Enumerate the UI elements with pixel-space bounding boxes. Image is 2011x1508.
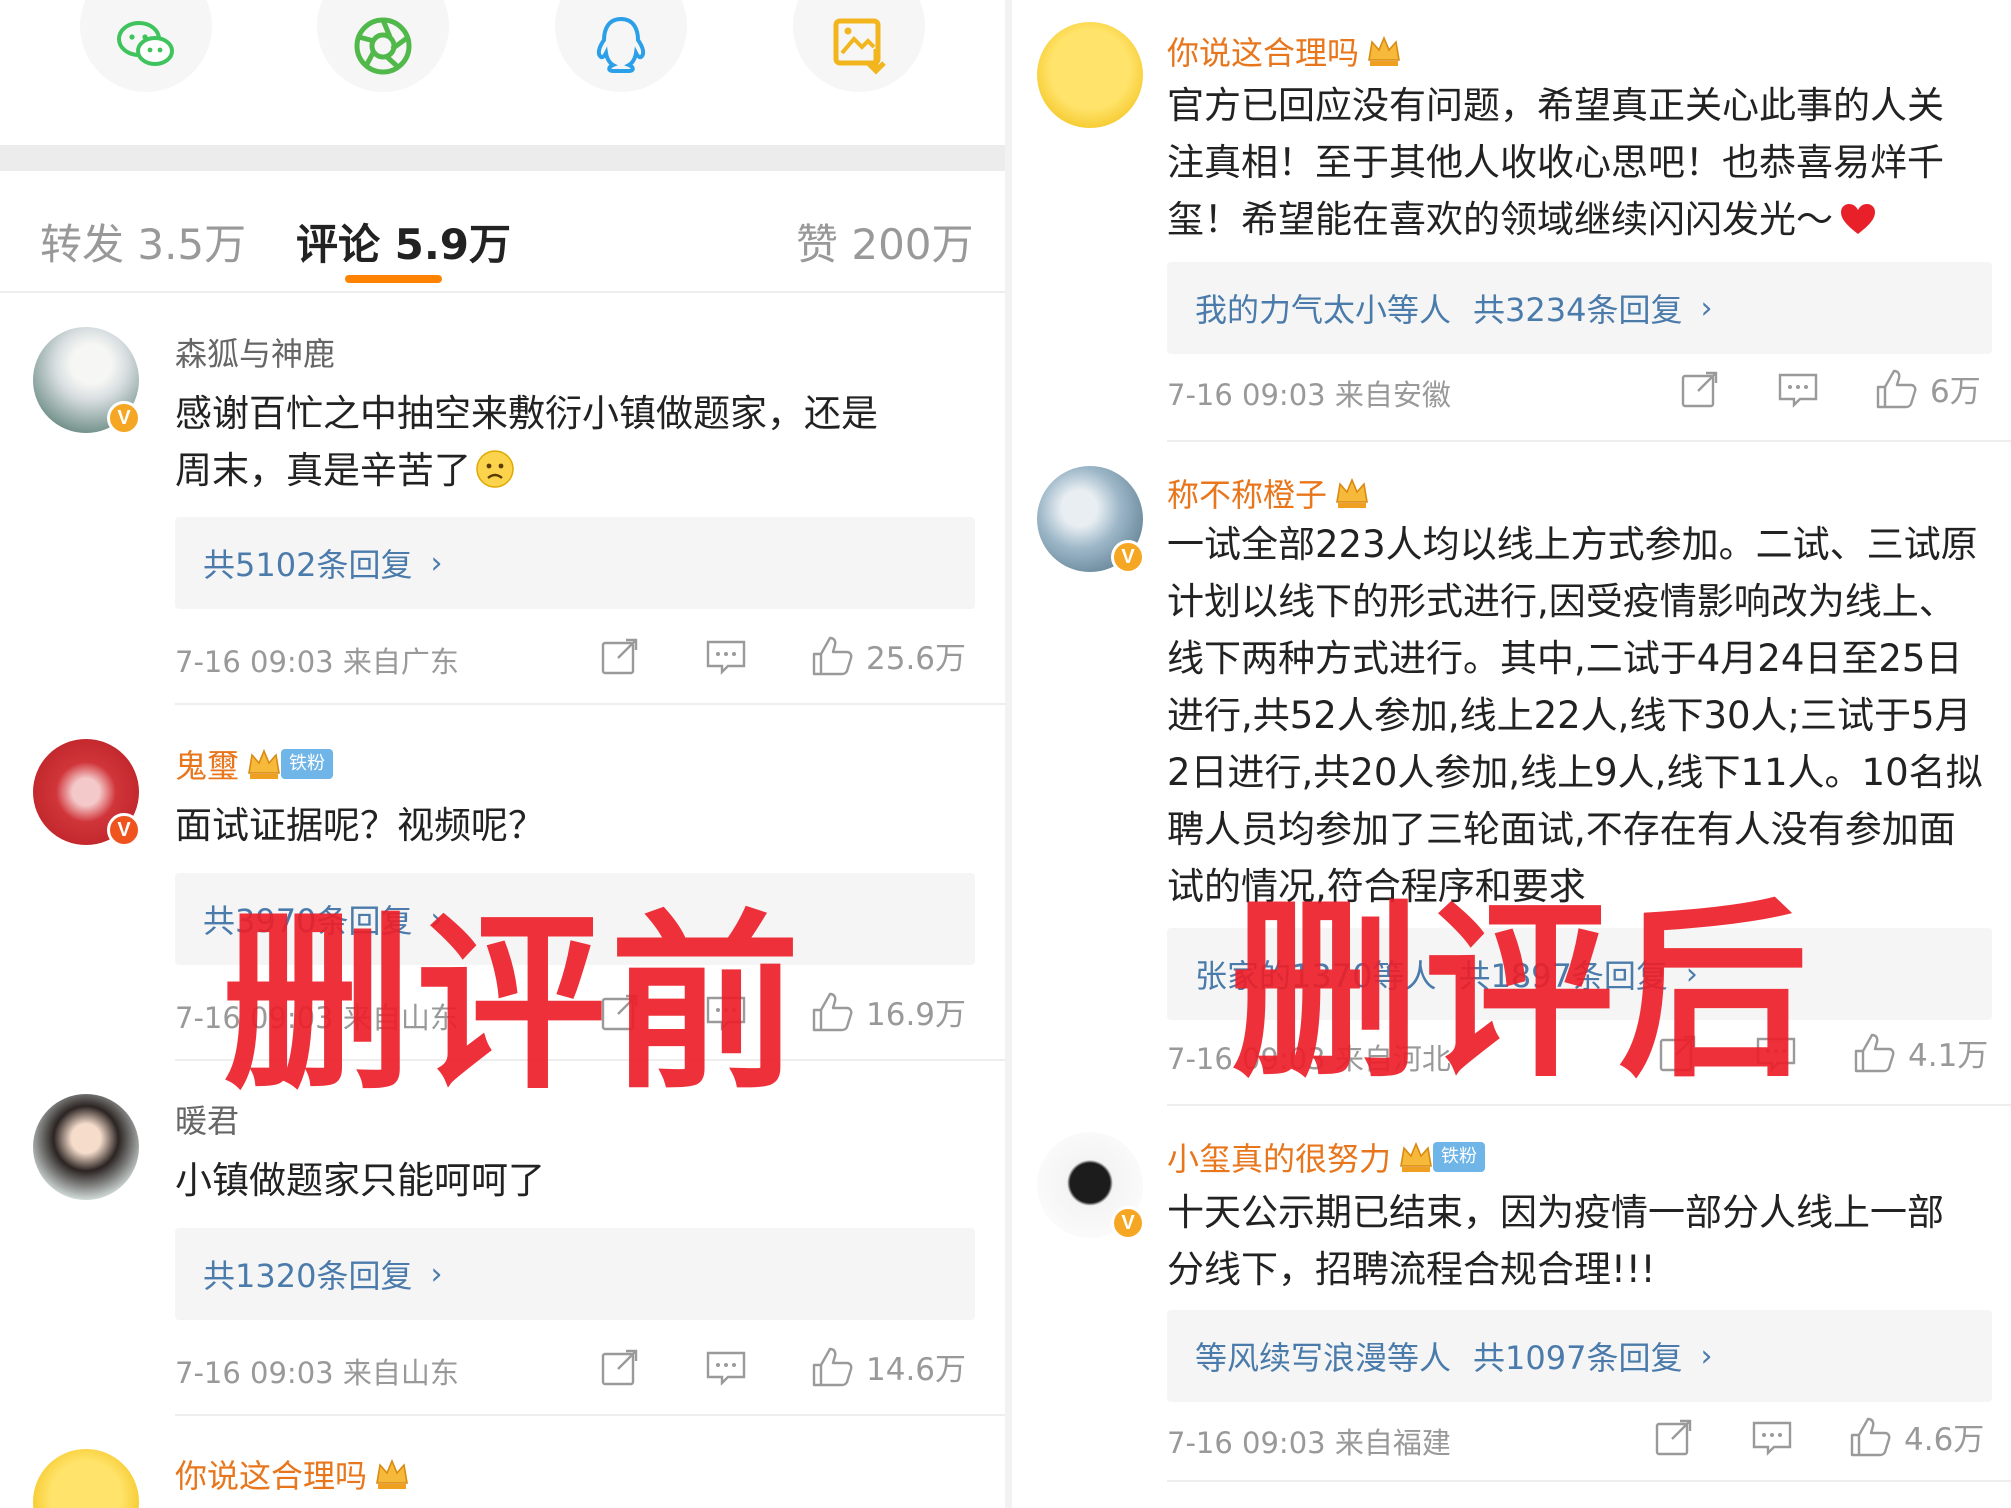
moments-icon bbox=[354, 17, 412, 75]
share-wechat-button[interactable] bbox=[80, 0, 212, 92]
like-icon[interactable] bbox=[810, 634, 854, 678]
like-icon[interactable] bbox=[1874, 367, 1918, 411]
comment-icon[interactable] bbox=[704, 634, 748, 678]
tab-repost[interactable]: 转发 3.5万 bbox=[40, 211, 246, 272]
username[interactable]: 你说这合理吗 bbox=[175, 1451, 411, 1497]
wechat-icon bbox=[117, 21, 174, 66]
tab-bar: 转发 3.5万 评论 5.9万 赞 200万 bbox=[0, 171, 1005, 293]
avatar[interactable]: V bbox=[1037, 466, 1145, 574]
comment-icon[interactable] bbox=[1750, 1415, 1794, 1459]
username[interactable]: 小玺真的很努力 铁粉 bbox=[1167, 1134, 1486, 1180]
after-deletion-panel: 你说这合理吗 官方已回应没有问题，希望真正关心此事的人关 注真相！至于其他人收收… bbox=[1012, 0, 2011, 1508]
username[interactable]: 森狐与神鹿 bbox=[175, 329, 335, 375]
heart-icon bbox=[1841, 204, 1875, 234]
chevron-right-icon: › bbox=[1700, 290, 1713, 326]
comment-meta: 7-16 09:03 来自山东 bbox=[175, 1356, 459, 1390]
sad-face-icon bbox=[476, 450, 514, 488]
qq-icon bbox=[596, 16, 646, 73]
share-moments-button[interactable] bbox=[317, 0, 449, 92]
share-qq-button[interactable] bbox=[555, 0, 687, 92]
avatar[interactable]: V bbox=[33, 739, 141, 847]
reply-summary-button[interactable]: 共5102条回复 › bbox=[175, 517, 975, 609]
like-icon[interactable] bbox=[1852, 1031, 1896, 1075]
tab-likes[interactable]: 赞 200万 bbox=[796, 211, 974, 272]
verified-icon: V bbox=[1111, 1206, 1145, 1240]
comment-text: 感谢百忙之中抽空来敷衍小镇做题家，还是 周末，真是辛苦了 bbox=[175, 392, 878, 492]
crown-icon bbox=[1400, 1141, 1432, 1172]
avatar[interactable] bbox=[33, 1094, 139, 1200]
divider bbox=[1167, 1480, 2011, 1482]
chevron-right-icon: › bbox=[430, 545, 443, 581]
like-count: 4.1万 bbox=[1908, 1038, 1989, 1074]
comment-actions: 14.6万 bbox=[598, 1344, 966, 1389]
like-icon[interactable] bbox=[1848, 1415, 1892, 1459]
divider bbox=[1167, 440, 2011, 442]
reply-summary-button[interactable]: 等风续写浪漫等人 共1097条回复 › bbox=[1167, 1310, 1992, 1402]
crown-icon bbox=[376, 1458, 408, 1489]
repost-icon[interactable] bbox=[598, 1345, 642, 1389]
comment-text: 十天公示期已结束，因为疫情一部分人线上一部 分线下，招聘流程合规合理!!! bbox=[1167, 1191, 1944, 1291]
reply-summary-button[interactable]: 我的力气太小等人 共3234条回复 › bbox=[1167, 262, 1992, 354]
crown-icon bbox=[248, 748, 280, 779]
chevron-right-icon: › bbox=[430, 1256, 443, 1292]
like-count: 25.6万 bbox=[866, 641, 967, 677]
crown-icon bbox=[1336, 477, 1368, 508]
avatar[interactable]: V bbox=[1037, 1132, 1145, 1240]
username[interactable]: 鬼璽 铁粉 bbox=[175, 741, 334, 787]
comment-actions: 4.6万 bbox=[1652, 1414, 1984, 1459]
overlay-label: 删评后 bbox=[1230, 882, 1813, 1103]
repost-icon[interactable] bbox=[1678, 367, 1722, 411]
comment-icon[interactable] bbox=[704, 1345, 748, 1389]
panel-gap bbox=[1005, 0, 1012, 1508]
save-image-button[interactable] bbox=[793, 0, 925, 92]
like-icon[interactable] bbox=[810, 990, 854, 1034]
fan-badge: 铁粉 bbox=[1433, 1142, 1486, 1172]
fan-badge: 铁粉 bbox=[281, 749, 334, 779]
like-count: 14.6万 bbox=[866, 1352, 967, 1388]
section-divider bbox=[0, 145, 1005, 171]
before-deletion-panel: 转发 3.5万 评论 5.9万 赞 200万 V 森狐与神鹿 感谢百忙之中抽空来… bbox=[0, 0, 1005, 1508]
active-tab-indicator bbox=[345, 275, 442, 283]
verified-icon: V bbox=[1111, 540, 1145, 574]
comment-meta: 7-16 09:03 来自福建 bbox=[1167, 1426, 1451, 1460]
comment-meta: 7-16 09:03 来自安徽 bbox=[1167, 378, 1451, 412]
comment-actions: 6万 bbox=[1678, 366, 1981, 411]
like-count: 6万 bbox=[1930, 374, 1981, 410]
like-count: 16.9万 bbox=[866, 997, 967, 1033]
comment-icon[interactable] bbox=[1776, 367, 1820, 411]
divider bbox=[175, 703, 1005, 705]
save-image-icon bbox=[833, 18, 886, 75]
chevron-right-icon: › bbox=[1700, 1338, 1713, 1374]
avatar[interactable]: V bbox=[33, 327, 141, 435]
username[interactable]: 称不称橙子 bbox=[1167, 470, 1371, 516]
share-row bbox=[0, 0, 1005, 145]
verified-icon: V bbox=[107, 401, 141, 435]
tab-comments[interactable]: 评论 5.9万 bbox=[296, 211, 511, 272]
avatar[interactable] bbox=[33, 1449, 139, 1508]
comment-actions: 25.6万 bbox=[598, 633, 966, 678]
overlay-label: 删评前 bbox=[222, 894, 805, 1115]
divider bbox=[175, 1414, 1005, 1416]
verified-icon: V bbox=[107, 813, 141, 847]
avatar[interactable] bbox=[1037, 22, 1143, 128]
crown-icon bbox=[1368, 35, 1400, 66]
comment-text: 官方已回应没有问题，希望真正关心此事的人关 注真相！至于其他人收收心思吧！也恭喜… bbox=[1167, 84, 1944, 241]
repost-icon[interactable] bbox=[598, 634, 642, 678]
like-icon[interactable] bbox=[810, 1345, 854, 1389]
comment-meta: 7-16 09:03 来自广东 bbox=[175, 645, 459, 679]
repost-icon[interactable] bbox=[1652, 1415, 1696, 1459]
username[interactable]: 你说这合理吗 bbox=[1167, 28, 1403, 74]
reply-summary-button[interactable]: 共1320条回复 › bbox=[175, 1228, 975, 1320]
like-count: 4.6万 bbox=[1904, 1422, 1985, 1458]
comment-text: 小镇做题家只能呵呵了 bbox=[175, 1159, 545, 1202]
comment-text: 面试证据呢？视频呢？ bbox=[175, 804, 545, 847]
